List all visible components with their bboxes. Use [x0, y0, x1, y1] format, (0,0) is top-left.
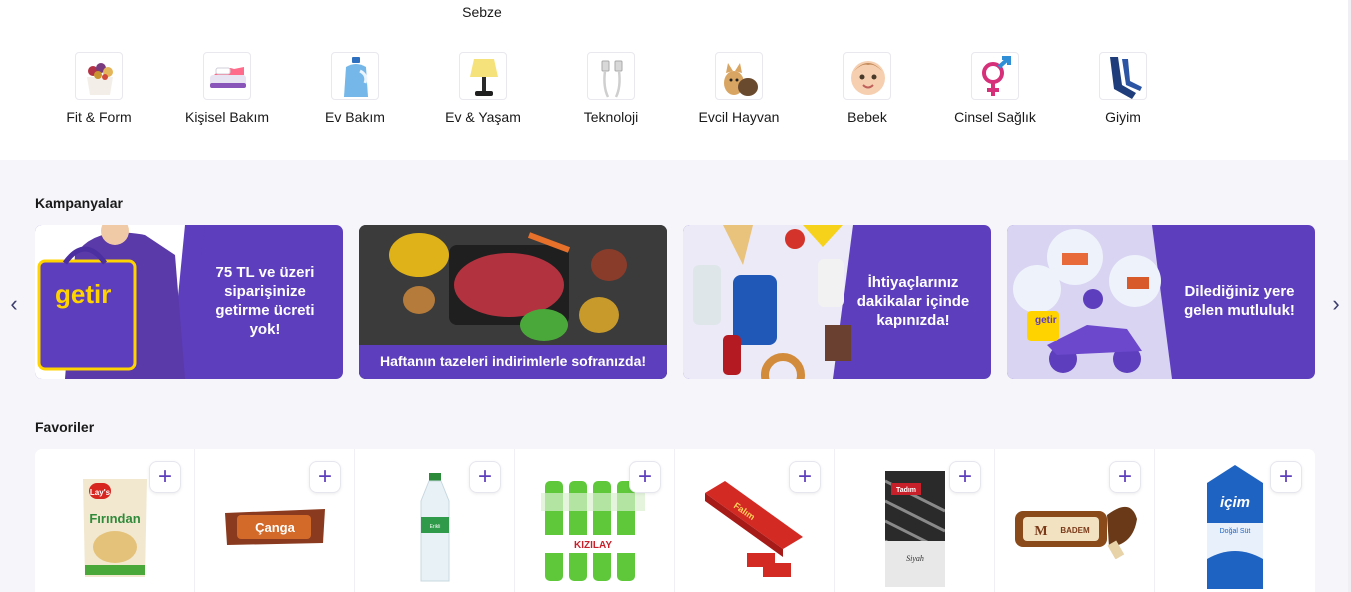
category-pets[interactable]: Evcil Hayvan	[675, 52, 803, 125]
svg-text:Lay's: Lay's	[90, 488, 111, 497]
campaign-banner-free-delivery[interactable]: getir 75 TL ve üzeri siparişinize getirm…	[35, 225, 343, 379]
usb-cable-icon	[587, 52, 635, 100]
stockings-icon	[1099, 52, 1147, 100]
chevron-right-icon[interactable]: ›	[1326, 293, 1346, 315]
category-home-living[interactable]: Ev & Yaşam	[419, 52, 547, 125]
svg-text:içim: içim	[1220, 494, 1250, 511]
category-label: Kişisel Bakım	[184, 109, 270, 125]
chocolate-bar-icon: Çanga	[225, 509, 325, 545]
getir-logo: getir	[1035, 315, 1057, 326]
svg-text:BADEM: BADEM	[1060, 526, 1090, 535]
product-card[interactable]: KIZILAY +	[515, 449, 675, 592]
add-to-cart-button[interactable]: +	[469, 461, 501, 493]
category-home-care[interactable]: Ev Bakım	[291, 52, 419, 125]
campaign-banner-fast-delivery[interactable]: İhtiyaçlarınız dakikalar içinde kapınızd…	[683, 225, 991, 379]
product-card[interactable]: Erikli +	[355, 449, 515, 592]
banner-text: 75 TL ve üzeri siparişinize getirme ücre…	[215, 264, 315, 338]
svg-text:Siyah: Siyah	[906, 554, 924, 563]
pets-icon	[715, 52, 763, 100]
svg-text:Erikli: Erikli	[430, 524, 441, 530]
svg-text:M: M	[1034, 524, 1047, 539]
category-label: Giyim	[1105, 109, 1141, 125]
svg-text:Fırından: Fırından	[89, 511, 140, 526]
banner-text: Haftanın tazeleri indirimlerle sofranızd…	[379, 353, 647, 369]
add-to-cart-button[interactable]: +	[1270, 461, 1302, 493]
category-clothing[interactable]: Giyim	[1059, 52, 1187, 125]
getir-logo: getir	[55, 279, 112, 309]
category-technology[interactable]: Teknoloji	[547, 52, 675, 125]
favorites-product-list: Lay's Fırından + Çanga + Erikli + KIZILA…	[35, 449, 1315, 592]
detergent-bottle-icon	[331, 52, 379, 100]
add-to-cart-button[interactable]: +	[1109, 461, 1141, 493]
svg-text:Çanga: Çanga	[255, 520, 296, 535]
add-to-cart-button[interactable]: +	[629, 461, 661, 493]
product-card[interactable]: içim Doğal Süt +	[1155, 449, 1315, 592]
favorites-title: Favoriler	[35, 419, 95, 435]
product-card[interactable]: M BADEM +	[995, 449, 1155, 592]
category-baby[interactable]: Bebek	[803, 52, 931, 125]
product-card[interactable]: Falım +	[675, 449, 835, 592]
baby-icon	[843, 52, 891, 100]
milk-carton-icon: içim Doğal Süt	[1207, 465, 1263, 589]
category-label: Teknoloji	[583, 109, 639, 125]
ice-cream-icon: M BADEM	[1015, 506, 1137, 559]
product-card[interactable]: Lay's Fırından +	[35, 449, 195, 592]
category-label: Cinsel Sağlık	[954, 109, 1036, 125]
chewing-gum-pack-icon: Falım	[705, 481, 803, 577]
campaign-banner-fresh-products[interactable]: Haftanın tazeleri indirimlerle sofranızd…	[359, 225, 667, 379]
toothbrush-icon	[203, 52, 251, 100]
category-label: Evcil Hayvan	[698, 109, 780, 125]
add-to-cart-button[interactable]: +	[949, 461, 981, 493]
product-card[interactable]: Çanga +	[195, 449, 355, 592]
categories-section: Sebze Fit & Form Kişisel Bakım Ev Bakım …	[0, 0, 1348, 160]
category-sexual-health[interactable]: Cinsel Sağlık	[931, 52, 1059, 125]
svg-text:Tadım: Tadım	[896, 487, 916, 494]
category-label: Fit & Form	[66, 109, 132, 125]
banner-text: Dilediğiniz yere gelen mutluluk!	[1184, 283, 1295, 319]
category-label: Ev & Yaşam	[445, 109, 521, 125]
product-card[interactable]: Tadım Siyah +	[835, 449, 995, 592]
category-label: Bebek	[847, 109, 887, 125]
svg-text:KIZILAY: KIZILAY	[574, 540, 612, 551]
campaigns-title: Kampanyalar	[35, 195, 123, 211]
gender-symbols-icon	[971, 52, 1019, 100]
chips-bag-icon: Lay's Fırından	[83, 479, 147, 577]
yogurt-granola-icon	[75, 52, 123, 100]
category-fit-form[interactable]: Fit & Form	[35, 52, 163, 125]
water-bottle-icon: Erikli	[420, 473, 450, 582]
category-label: Ev Bakım	[325, 109, 385, 125]
add-to-cart-button[interactable]: +	[149, 461, 181, 493]
banner-text: İhtiyaçlarınız dakikalar içinde kapınızd…	[856, 274, 970, 329]
sunflower-seeds-icon: Tadım Siyah	[885, 471, 945, 587]
lamp-icon	[459, 52, 507, 100]
category-label-partial[interactable]: Sebze	[440, 4, 524, 20]
svg-text:Doğal Süt: Doğal Süt	[1220, 528, 1251, 535]
add-to-cart-button[interactable]: +	[789, 461, 821, 493]
chevron-left-icon[interactable]: ‹	[4, 293, 24, 315]
campaign-banner-anywhere[interactable]: getir Dilediğiniz yere gelen mutluluk!	[1007, 225, 1315, 379]
add-to-cart-button[interactable]: +	[309, 461, 341, 493]
category-personal-care[interactable]: Kişisel Bakım	[163, 52, 291, 125]
